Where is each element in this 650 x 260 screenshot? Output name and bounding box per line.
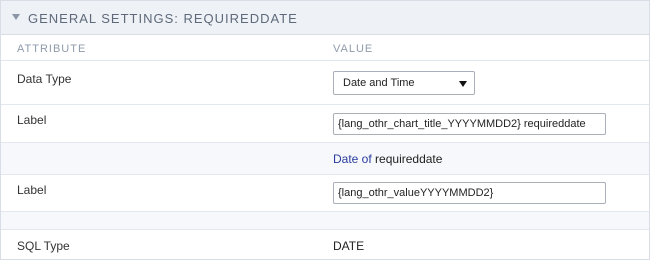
panel-header[interactable]: GENERAL SETTINGS: REQUIREDDATE: [1, 1, 649, 35]
value-label-input[interactable]: [333, 182, 606, 204]
value-label-attribute: Label: [17, 183, 47, 197]
general-settings-panel: GENERAL SETTINGS: REQUIREDDATE ATTRIBUTE…: [0, 0, 650, 260]
preview-prefix: Date of: [333, 152, 372, 166]
chevron-down-icon: [459, 81, 467, 87]
value-label-row: Label: [1, 175, 649, 212]
sql-type-row: SQL Type DATE: [1, 230, 649, 260]
attribute-column-header: ATTRIBUTE: [17, 43, 87, 55]
label-row: Label: [1, 105, 649, 143]
label-preview-row: Date of requireddate: [1, 143, 649, 175]
data-type-selected-value: Date and Time: [343, 77, 415, 89]
column-header-row: ATTRIBUTE VALUE: [1, 35, 649, 61]
sql-type-label: SQL Type: [17, 239, 70, 253]
label-attribute: Label: [17, 113, 47, 127]
spacer-row: [1, 212, 649, 230]
data-type-label: Data Type: [17, 72, 72, 86]
label-input[interactable]: [333, 113, 606, 135]
data-type-row: Data Type Date and Time: [1, 61, 649, 105]
panel-title: GENERAL SETTINGS: REQUIREDDATE: [28, 11, 298, 26]
preview-field-name: requireddate: [375, 152, 443, 166]
value-column-header: VALUE: [333, 43, 374, 55]
sql-type-value: DATE: [333, 239, 365, 253]
label-preview: Date of requireddate: [333, 152, 442, 166]
data-type-select[interactable]: Date and Time: [333, 71, 475, 95]
caret-down-icon[interactable]: [12, 14, 20, 20]
